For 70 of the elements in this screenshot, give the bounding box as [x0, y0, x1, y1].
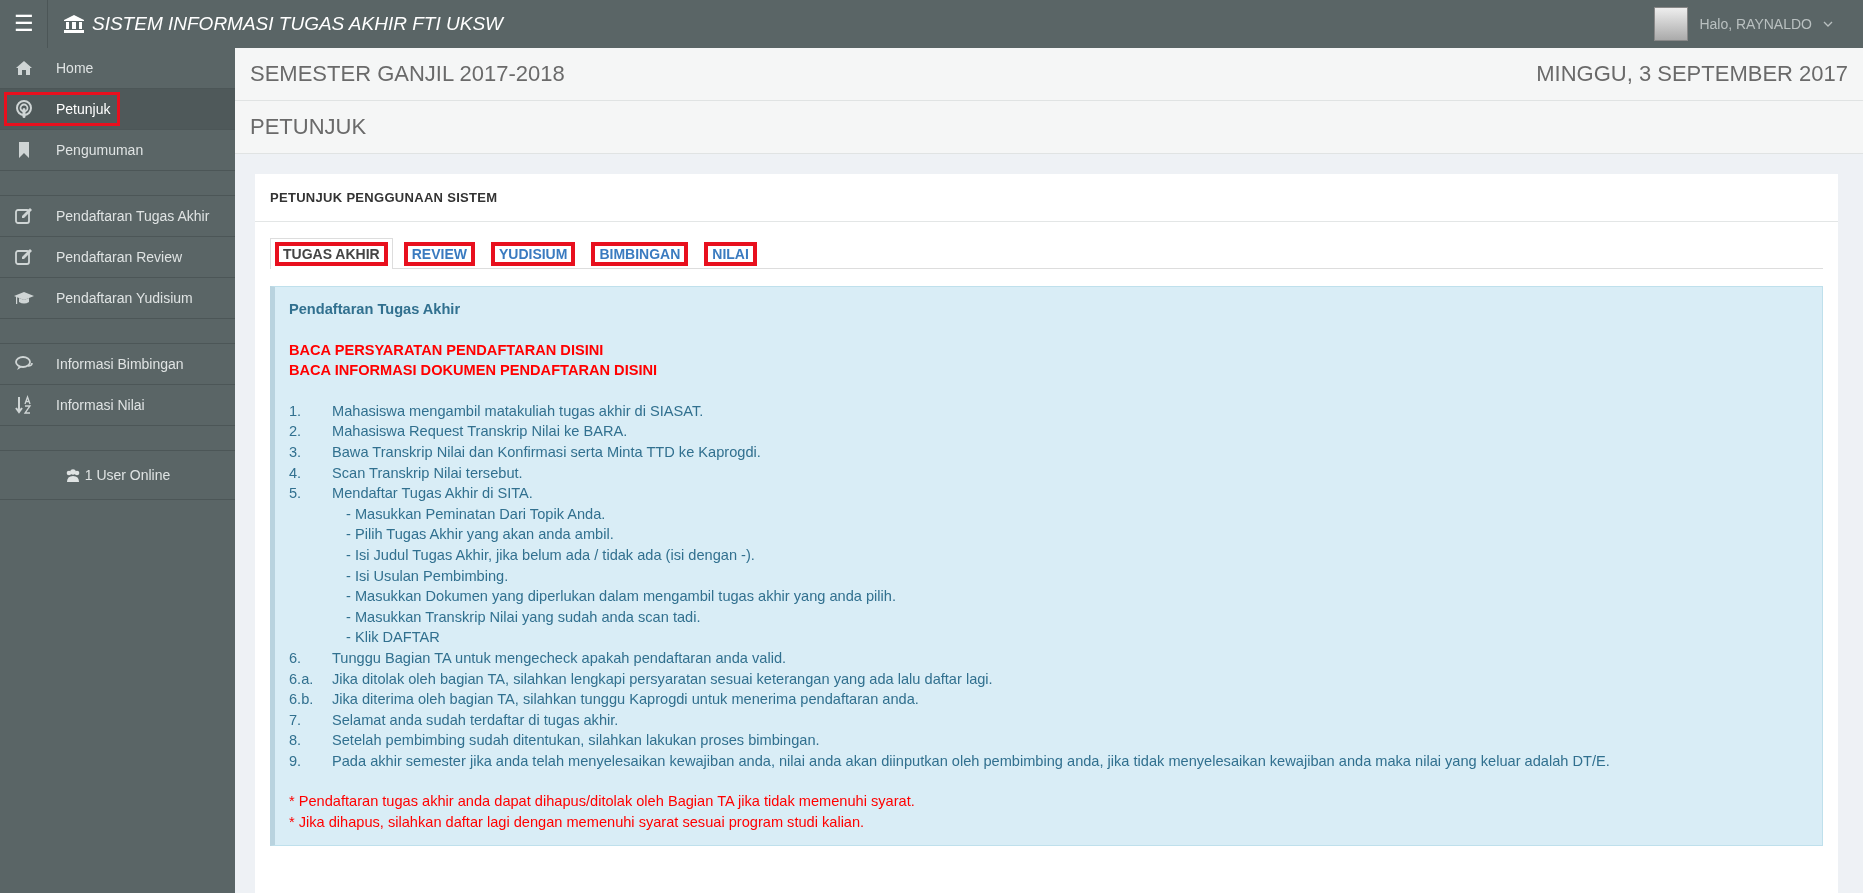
tab[interactable]: NILAI	[699, 238, 762, 269]
step-text: Scan Transkrip Nilai tersebut.	[332, 463, 523, 483]
step-text: Tunggu Bagian TA untuk mengecheck apakah pendaftaran anda valid.	[332, 648, 787, 668]
substep-text: - Masukkan Dokumen yang diperlukan dalam mengambil tugas akhir yang anda pilih.	[346, 588, 896, 605]
sidebar-item[interactable]: Pengumuman	[0, 130, 235, 171]
users-icon	[64, 468, 81, 482]
sidebar-label: Informasi Nilai	[56, 397, 145, 413]
step-text: Setelah pembimbing sudah ditentukan, silahkan lakukan proses bimbingan.	[332, 731, 820, 751]
sort-icon	[14, 395, 34, 415]
sidebar-label: Pendaftaran Yudisium	[56, 290, 193, 306]
edit-icon	[14, 247, 34, 267]
step-number: 4.	[289, 463, 303, 483]
online-count: 1 User Online	[84, 467, 171, 483]
note-text: * Jika dihapus, silahkan daftar lagi dengan memenuhi syarat sesuai program studi kalian.	[289, 814, 865, 831]
step-text: Pada akhir semester jika anda telah menyelesaikan kewajiban anda, nilai anda akan diinputkan oleh pembimbing anda, jika tidak menyelesaikan kewajiban anda maka nilai yang keluar adalah DT/E.	[332, 751, 1610, 771]
sidebar-label: Pendaftaran Review	[56, 249, 183, 265]
substep-text: - Isi Usulan Pembimbing.	[346, 567, 509, 584]
podcast-icon	[14, 99, 34, 119]
note-text: * Pendaftaran tugas akhir anda dapat dihapus/ditolak oleh Bagian TA jika tidak memenuhi syarat.	[289, 793, 915, 810]
step-number: 3.	[289, 442, 303, 462]
step-number: 6.b.	[289, 690, 315, 710]
step-number: 2.	[289, 422, 303, 442]
tab[interactable]: BIMBINGAN	[586, 238, 694, 269]
step-number: 7.	[289, 710, 303, 730]
step-number: 6.	[289, 648, 303, 668]
page-title: PETUNJUK	[250, 114, 367, 140]
substep-text: - Masukkan Peminatan Dari Topik Anda.	[346, 505, 606, 522]
date-label: MINGGU, 3 SEPTEMBER 2017	[1536, 61, 1848, 87]
bank-icon	[64, 15, 84, 33]
sidebar-item[interactable]: Pendaftaran Review	[0, 237, 235, 278]
sidebar-item[interactable]: Petunjuk	[0, 89, 235, 130]
step-number: 6.a.	[289, 669, 315, 689]
substep-text: - Klik DAFTAR	[346, 629, 440, 646]
step-text: Selamat anda sudah terdaftar di tugas akhir.	[332, 710, 619, 730]
sidebar-item[interactable]: Pendaftaran Yudisium	[0, 278, 235, 319]
sidebar-label: Home	[56, 60, 94, 76]
sidebar-item[interactable]: Informasi Nilai	[0, 385, 235, 426]
step-number: 1.	[289, 401, 303, 421]
step-text: Jika diterima oleh bagian TA, silahkan tunggu Kaprogdi untuk menerima pendaftaran anda.	[332, 690, 919, 710]
user-menu[interactable]: Halo, RAYNALDO	[1699, 16, 1812, 32]
step-text: Mendaftar Tugas Akhir di SITA.	[332, 484, 533, 504]
link[interactable]: BACA INFORMASI DOKUMEN PENDAFTARAN DISINI	[289, 362, 658, 379]
sidebar-label: Petunjuk	[56, 101, 111, 117]
step-number: 8.	[289, 731, 303, 751]
home-icon	[14, 58, 34, 78]
substep-text: - Isi Judul Tugas Akhir, jika belum ada / tidak ada (isi dengan -).	[346, 546, 755, 563]
sidebar-item[interactable]: Informasi Bimbingan	[0, 344, 235, 385]
panel-heading: Pendaftaran Tugas Akhir	[289, 300, 462, 319]
sidebar-label: Pendaftaran Tugas Akhir	[56, 208, 210, 224]
app-title: SISTEM INFORMASI TUGAS AKHIR FTI UKSW	[92, 13, 503, 35]
tab[interactable]: YUDISIUM	[485, 238, 581, 269]
card-title: PETUNJUK PENGGUNAAN SISTEM	[270, 190, 498, 205]
step-text: Bawa Transkrip Nilai dan Konfirmasi serta Minta TTD ke Kaprogdi.	[332, 442, 761, 462]
sidebar-item[interactable]: Pendaftaran Tugas Akhir	[0, 196, 235, 237]
step-number: 9.	[289, 751, 303, 771]
avatar-placeholder	[1654, 7, 1689, 41]
sidebar-label: Pengumuman	[56, 142, 144, 158]
link[interactable]: BACA PERSYARATAN PENDAFTARAN DISINI	[289, 341, 604, 358]
edit-icon	[14, 206, 34, 226]
chevron-down-icon	[1823, 21, 1833, 27]
tab[interactable]: REVIEW	[398, 238, 480, 269]
substep-text: - Pilih Tugas Akhir yang akan anda ambil.	[346, 526, 614, 543]
step-number: 5.	[289, 484, 303, 504]
step-text: Jika ditolak oleh bagian TA, silahkan lengkapi persyaratan sesuai keterangan yang ada lalu daftar lagi.	[332, 669, 993, 689]
step-text: Mahasiswa Request Transkrip Nilai ke BARA.	[332, 422, 628, 442]
substep-text: - Masukkan Transkrip Nilai yang sudah anda scan tadi.	[346, 608, 701, 625]
sidebar-label: Informasi Bimbingan	[56, 356, 184, 372]
semester-label: SEMESTER GANJIL 2017-2018	[250, 61, 565, 87]
step-text: Mahasiswa mengambil matakuliah tugas akhir di SIASAT.	[332, 401, 704, 421]
tab[interactable]: TUGAS AKHIR	[270, 238, 393, 269]
